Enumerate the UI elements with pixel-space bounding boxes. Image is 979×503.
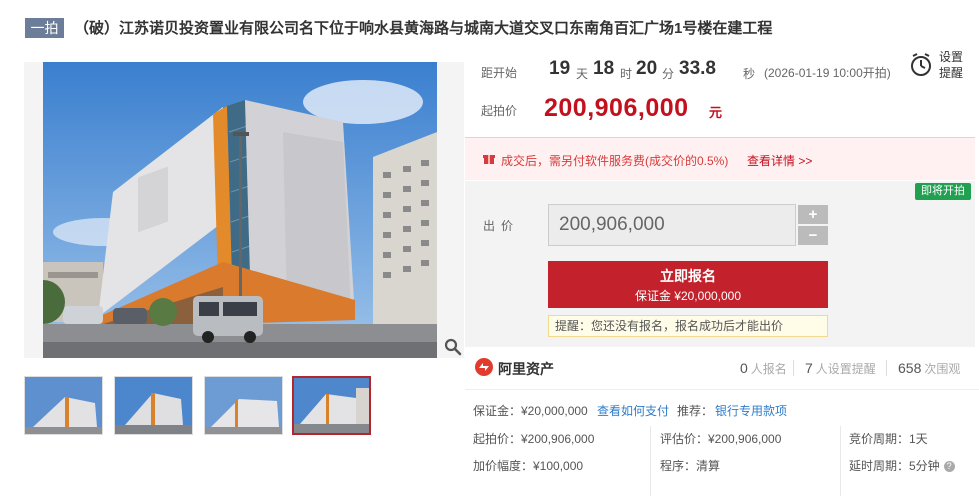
increment-info: 加价幅度：¥100,000 [473, 459, 584, 473]
bank-payment-link[interactable]: 银行专用款项 [715, 402, 787, 419]
countdown-hours: 18 [593, 58, 615, 79]
thumbnail-2[interactable] [114, 376, 193, 435]
countdown-minutes: 20 [636, 58, 658, 79]
procedure-info: 程序：清算 [660, 459, 721, 473]
help-icon[interactable]: ? [943, 461, 955, 473]
divider [650, 426, 651, 496]
appraisal-info: 评估价：¥200,906,000 [660, 432, 782, 446]
countdown-days: 19 [549, 58, 571, 79]
page-title: （破）江苏诺贝投资置业有限公司名下位于响水县黄海路与城南大道交叉口东南角百汇广场… [74, 20, 773, 37]
start-price-info: 起拍价：¥200,906,000 [473, 432, 595, 446]
signup-count: 0 人报名 [740, 360, 787, 376]
bidding-cycle-info: 竞价周期：1天 [849, 432, 928, 446]
recommend-label: 推荐： [677, 404, 714, 418]
countdown-days-unit: 天 [576, 67, 589, 81]
view-count: 658 次围观 [898, 360, 961, 376]
zoom-icon[interactable] [444, 338, 462, 356]
start-price-unit: 元 [709, 105, 723, 120]
thumbnail-1[interactable] [24, 376, 103, 435]
countdown-seconds: 33.8 [679, 58, 716, 79]
auction-details: 保证金：¥20,000,000 查看如何支付 推荐： 银行专用款项 起拍价：¥2… [465, 389, 979, 503]
extension-info: 延时周期：5分钟? [849, 457, 955, 474]
reminder-label: 设置提醒 [939, 50, 964, 80]
thumbnail-3[interactable] [204, 376, 283, 435]
view-details-link[interactable]: 查看详情 >> [747, 152, 812, 169]
countdown-minutes-unit: 分 [662, 67, 675, 81]
increase-bid-button[interactable]: + [798, 205, 828, 224]
countdown-hours-unit: 时 [620, 67, 633, 81]
auction-info-panel: 距开始 19 天 18 时 20 分 33.8 秒 (2026-01-19 10… [465, 44, 979, 503]
how-to-pay-link[interactable]: 查看如何支付 [597, 402, 669, 419]
thumbnail-strip [24, 376, 384, 436]
alarm-clock-icon [911, 53, 931, 76]
photo-gallery [24, 62, 464, 358]
countdown-label: 距开始 [481, 66, 518, 80]
start-price-label: 起拍价 [481, 104, 518, 118]
divider [793, 360, 794, 376]
signup-tip: 提醒：您还没有报名，报名成功后才能出价 [548, 315, 828, 337]
status-badge: 即将开拍 [915, 183, 971, 200]
service-fee-text: 成交后，需另付软件服务费(成交价的0.5%) [501, 154, 729, 168]
main-photo[interactable] [43, 62, 437, 358]
deposit-label: 保证金 ¥20,000,000 [634, 289, 742, 303]
start-price: 起拍价 200,906,000 元 [481, 94, 781, 128]
decrease-bid-button[interactable]: − [798, 226, 828, 245]
divider [886, 360, 887, 376]
deposit-info: 保证金：¥20,000,000 [473, 404, 588, 418]
signup-label: 立即报名 [660, 268, 716, 284]
start-price-value: 200,906,000 [544, 94, 689, 122]
service-fee-notice: 成交后，需另付软件服务费(成交价的0.5%) 查看详情 >> [465, 137, 975, 180]
divider [840, 426, 841, 496]
reminder-count: 7 人设置提醒 [805, 360, 876, 376]
thumbnail-4-selected[interactable] [292, 376, 371, 435]
countdown: 距开始 19 天 18 时 20 分 33.8 秒 (2026-01-19 10… [481, 58, 901, 81]
brand-row: 阿里资产 0 人报名 7 人设置提醒 658 次围观 [465, 352, 975, 386]
start-time: (2026-01-19 10:00开拍) [764, 66, 891, 80]
bid-area: 即将开拍 出价 200,906,000 + − 立即报名 保证金 ¥20,000… [465, 181, 975, 347]
gift-icon [483, 155, 495, 164]
countdown-seconds-unit: 秒 [743, 67, 756, 81]
round-badge: 一拍 [25, 18, 64, 38]
bid-amount-input[interactable]: 200,906,000 [548, 204, 796, 246]
ali-assets-logo-icon [475, 358, 493, 376]
bid-label: 出价 [483, 219, 520, 233]
brand-name: 阿里资产 [498, 361, 554, 377]
signup-button[interactable]: 立即报名 保证金 ¥20,000,000 [548, 261, 828, 308]
set-reminder-button[interactable]: 设置提醒 [909, 48, 969, 82]
